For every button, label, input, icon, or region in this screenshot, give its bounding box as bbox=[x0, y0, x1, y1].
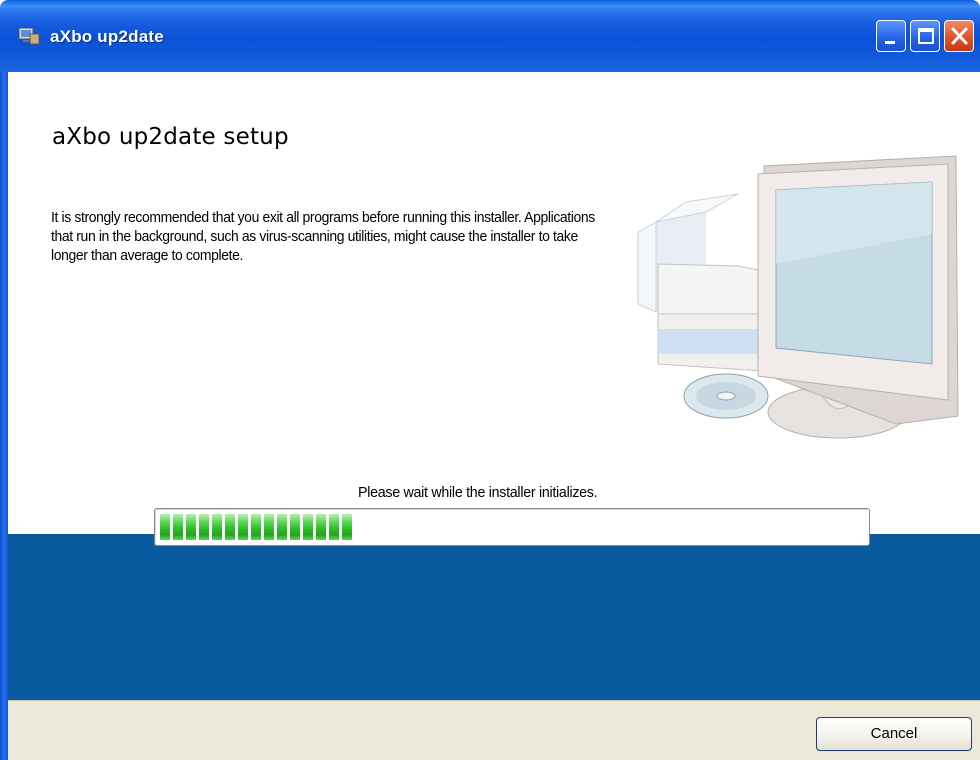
maximize-icon bbox=[918, 28, 934, 44]
status-text: Please wait while the installer initiali… bbox=[358, 484, 598, 501]
progress-fill bbox=[160, 514, 352, 540]
close-button[interactable] bbox=[944, 20, 974, 52]
installer-window: aXbo up2date aXbo up2date setup It is st… bbox=[0, 0, 980, 760]
computer-and-cd-illustration bbox=[637, 155, 959, 439]
progress-block bbox=[199, 514, 209, 540]
cancel-button[interactable]: Cancel bbox=[816, 717, 972, 751]
progress-block bbox=[225, 514, 235, 540]
progress-block bbox=[342, 514, 352, 540]
minimize-button[interactable] bbox=[876, 20, 906, 52]
button-bar: Cancel bbox=[8, 700, 980, 760]
progress-block bbox=[212, 514, 222, 540]
progress-block bbox=[277, 514, 287, 540]
progress-band bbox=[8, 534, 980, 700]
installer-app-icon[interactable] bbox=[18, 26, 40, 46]
maximize-button[interactable] bbox=[910, 20, 940, 52]
page-title: aXbo up2date setup bbox=[52, 124, 289, 150]
title-bar[interactable]: aXbo up2date bbox=[0, 0, 980, 72]
minimize-icon bbox=[885, 41, 895, 44]
window-frame-left bbox=[0, 72, 8, 760]
progress-bar bbox=[154, 508, 870, 546]
progress-block bbox=[264, 514, 274, 540]
progress-block bbox=[186, 514, 196, 540]
progress-block bbox=[238, 514, 248, 540]
progress-block bbox=[173, 514, 183, 540]
window-title: aXbo up2date bbox=[50, 27, 164, 46]
progress-block bbox=[290, 514, 300, 540]
progress-block bbox=[251, 514, 261, 540]
close-icon bbox=[951, 27, 968, 45]
recommendation-text: It is strongly recommended that you exit… bbox=[51, 209, 595, 264]
progress-block bbox=[160, 514, 170, 540]
progress-block bbox=[316, 514, 326, 540]
progress-block bbox=[303, 514, 313, 540]
progress-block bbox=[329, 514, 339, 540]
installer-content: aXbo up2date setup It is strongly recomm… bbox=[8, 72, 980, 760]
